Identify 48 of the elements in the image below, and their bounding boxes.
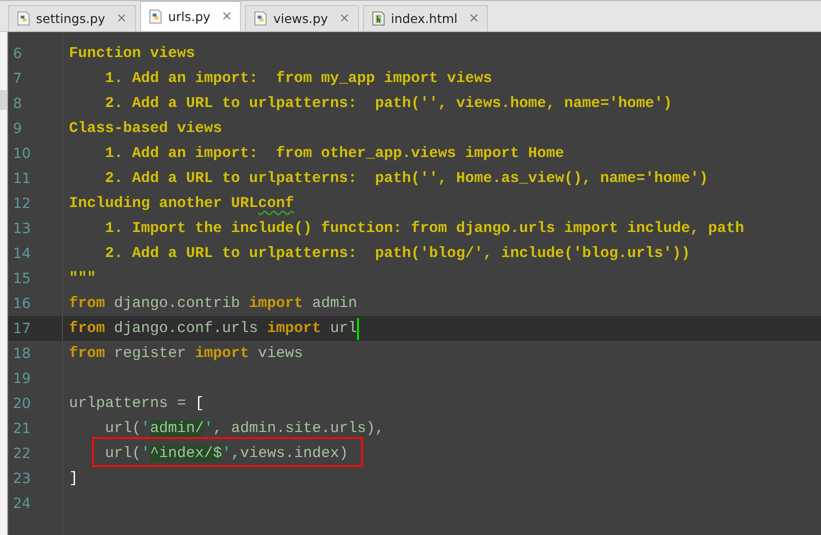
editor-tab[interactable]: index.html × bbox=[362, 5, 488, 31]
code-line: 1. Import the include() function: from django.urls import include, path bbox=[104, 220, 744, 237]
code-line: Function views bbox=[69, 45, 196, 62]
line-number: 19 bbox=[12, 370, 32, 386]
code-line: urlpatterns = [ bbox=[69, 395, 204, 412]
line-number: 13 bbox=[12, 220, 32, 236]
code-line: 1. Add an import: from my_app import views bbox=[104, 70, 492, 87]
code-line: from register import views bbox=[69, 345, 304, 362]
code-line: 2. Add a URL to urlpatterns: path('', views.home, name='home') bbox=[104, 95, 672, 112]
line-number: 20 bbox=[12, 396, 32, 412]
line-number: 7 bbox=[12, 70, 23, 86]
python-file-icon bbox=[16, 11, 31, 26]
close-icon[interactable]: × bbox=[221, 9, 232, 24]
line-number: 23 bbox=[12, 470, 32, 486]
line-number: 16 bbox=[12, 296, 32, 312]
python-file-icon bbox=[253, 11, 268, 26]
line-number: 8 bbox=[12, 96, 23, 112]
line-number: 10 bbox=[12, 146, 32, 162]
code-line: ] bbox=[69, 470, 78, 487]
line-number: 15 bbox=[12, 270, 32, 286]
close-icon[interactable]: × bbox=[116, 11, 128, 26]
code-line: Including another URLconf bbox=[69, 195, 294, 212]
code-line: """ bbox=[69, 270, 96, 287]
line-number: 11 bbox=[12, 170, 32, 186]
line-number: 9 bbox=[12, 120, 23, 136]
editor-tab[interactable]: urls.py × bbox=[140, 1, 242, 31]
line-number: 18 bbox=[12, 346, 32, 362]
code-line: 2. Add a URL to urlpatterns: path('', Home.as_view(), name='home') bbox=[104, 170, 708, 187]
code-line: 1. Add an import: from other_app.views import Home bbox=[104, 145, 564, 162]
editor-tab[interactable]: settings.py × bbox=[8, 5, 136, 31]
line-number: 12 bbox=[12, 196, 32, 212]
line-number: 14 bbox=[12, 246, 32, 262]
code-line: from django.contrib import admin bbox=[69, 295, 358, 312]
line-number: 24 bbox=[12, 496, 32, 512]
editor-tab[interactable]: views.py × bbox=[245, 5, 359, 31]
html-file-icon bbox=[370, 11, 386, 26]
close-icon[interactable]: × bbox=[338, 11, 350, 26]
line-number: 17 bbox=[12, 320, 32, 336]
code-line: url('^index/$',views.index) bbox=[104, 445, 348, 462]
python-file-icon bbox=[148, 9, 164, 24]
line-number: 21 bbox=[12, 420, 32, 436]
line-number: 22 bbox=[12, 446, 32, 462]
code-line: Class-based views bbox=[69, 120, 222, 137]
code-line: 2. Add a URL to urlpatterns: path('blog/', include('blog.urls')) bbox=[104, 245, 690, 262]
code-line: from django.conf.urls import url bbox=[69, 320, 358, 337]
close-icon[interactable]: × bbox=[468, 11, 480, 26]
line-number: 6 bbox=[12, 46, 23, 62]
code-line: url('admin/', admin.site.urls), bbox=[104, 420, 384, 437]
